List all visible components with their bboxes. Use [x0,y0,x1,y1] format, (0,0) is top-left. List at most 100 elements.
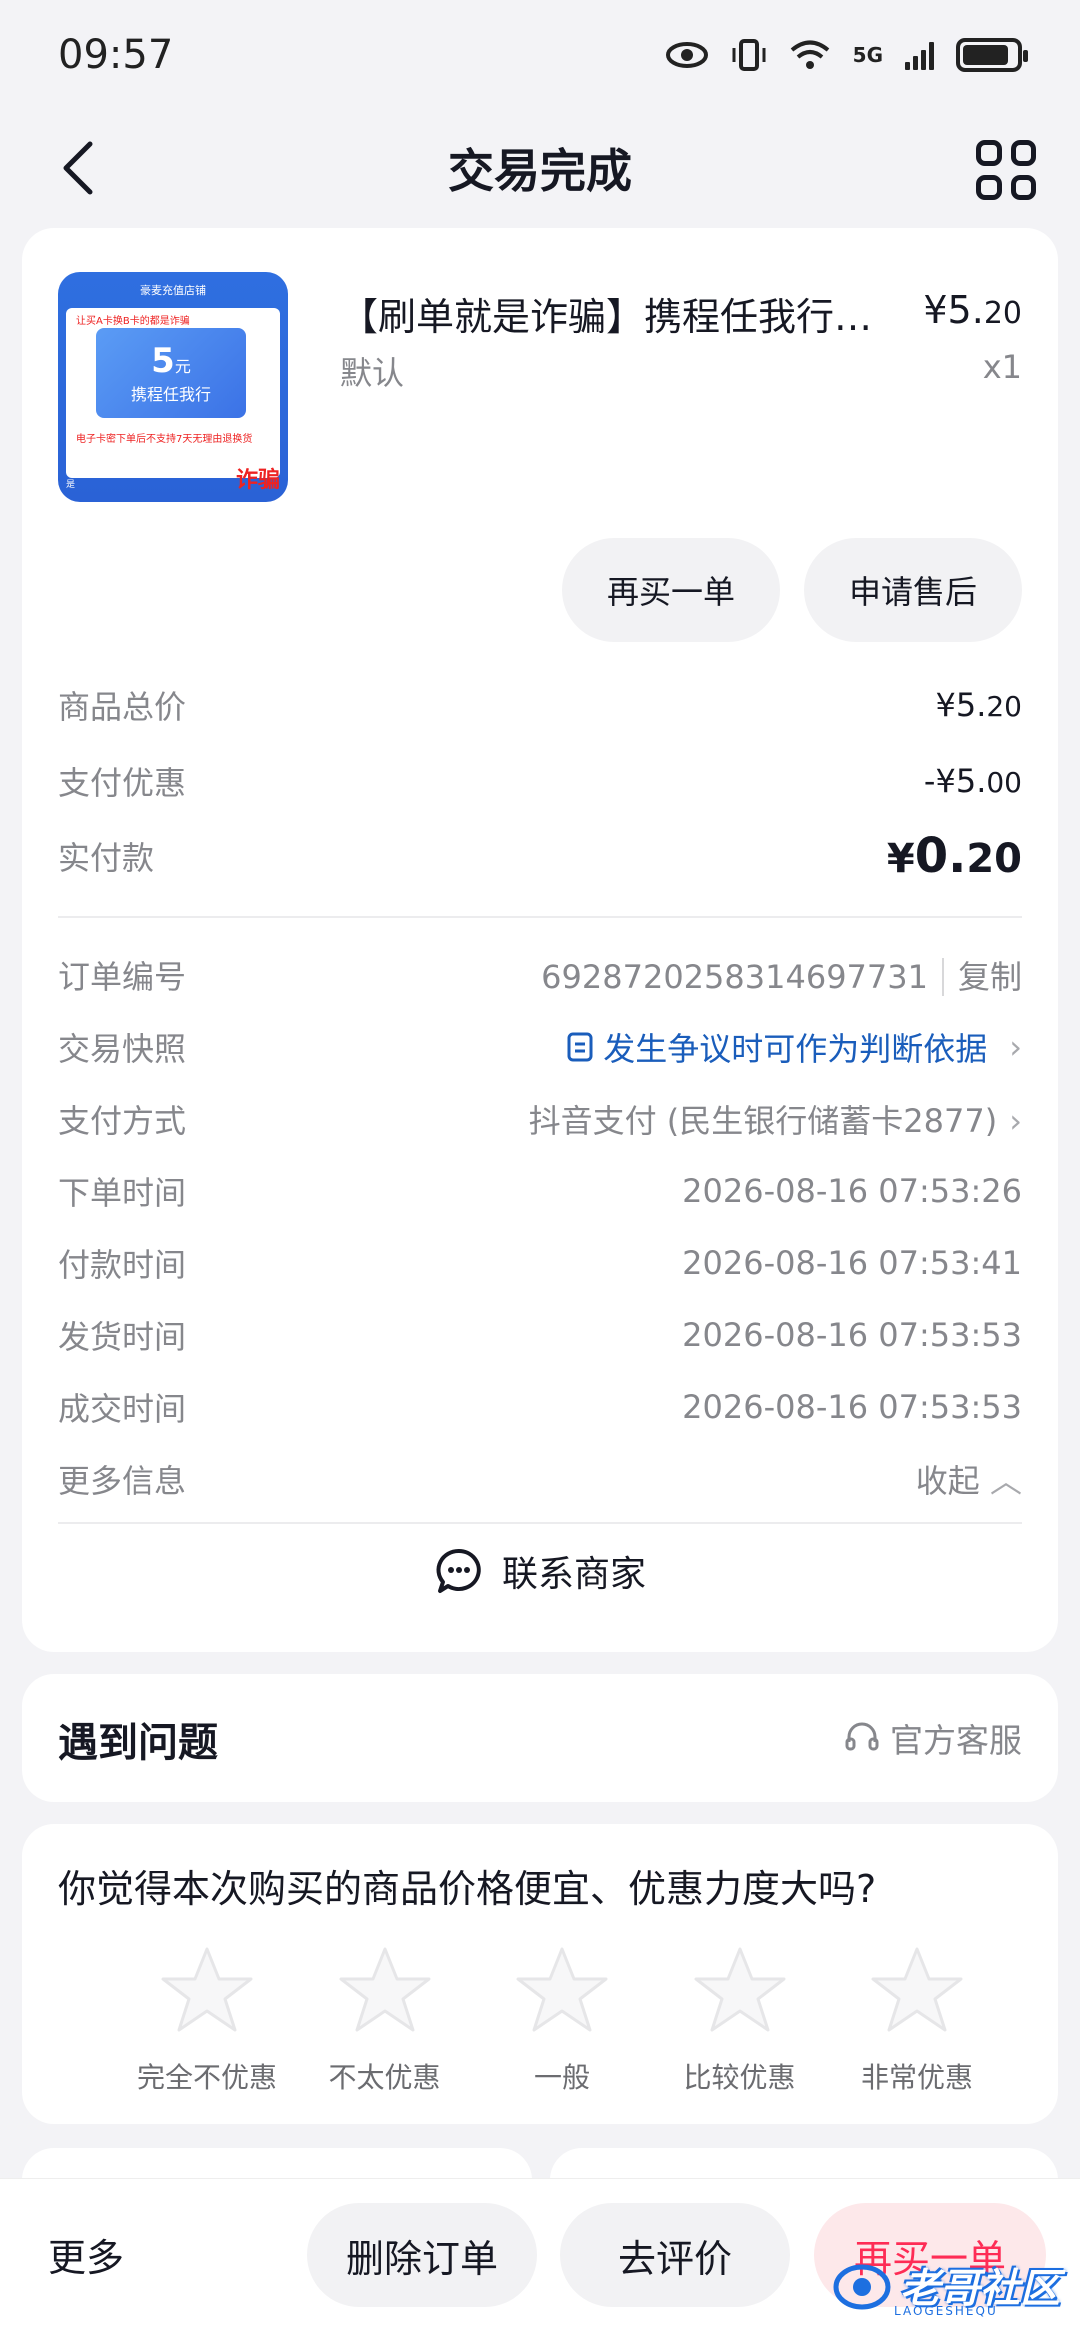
nav-bar: 交易完成 [0,110,1080,225]
order-no-group: 6928720258314697731 复制 [541,952,1022,998]
payment-label: 支付方式 [58,1102,187,1140]
rating-option[interactable]: 一般 [477,1944,647,2096]
discount-value: -¥5.00 [923,762,1022,800]
order-no-row: 订单编号 6928720258314697731 复制 [58,952,1022,998]
total-price-row: 商品总价 ¥5.20 [58,682,1022,728]
payment-value: 抖音支付 (民生银行储蓄卡2877) › [528,1102,1022,1140]
order-no-label: 订单编号 [58,958,187,996]
more-info-row: 更多信息 收起 ︿ [58,1456,1022,1502]
more-menu-button[interactable] [976,140,1036,200]
total-price-value: ¥5.20 [935,686,1022,724]
star-icon [694,1947,785,2032]
copy-button[interactable]: 复制 [941,958,1022,996]
ship-time-value: 2026-08-16 07:53:53 [682,1316,1022,1354]
star-icon [871,1947,963,2032]
thumb-fraud: 诈骗 [235,468,280,493]
discount-label: 支付优惠 [58,764,187,802]
problem-title: 遇到问题 [58,1720,218,1766]
ship-time-row: 发货时间 2026-08-16 07:53:53 [58,1312,1022,1358]
total-price-label: 商品总价 [58,688,187,726]
order-card: 豪麦充值店铺 让买A卡换B卡的都是诈骗 5元 携程任我行 电子卡密下单后不支持7… [22,228,1058,1652]
official-service-button[interactable]: 官方客服 [844,1714,1022,1762]
thumb-warning: 让买A卡换B卡的都是诈骗 [76,316,190,327]
thumb-card: 5元 携程任我行 [96,328,246,418]
rating-option-label: 比较优惠 [683,2061,796,2094]
rating-options: 完全不优惠 不太优惠 一般 比较优惠 非常优惠 [122,1944,1002,2096]
chat-icon [436,1548,481,1593]
pay-time-row: 付款时间 2026-08-16 07:53:41 [58,1240,1022,1286]
vibrate-icon [732,39,766,71]
product-price: ¥5.20 [923,288,1022,332]
snapshot-row[interactable]: 交易快照 发生争议时可作为判断依据 › [58,1024,1022,1070]
thumb-amount: 5 [151,341,175,381]
order-time-value: 2026-08-16 07:53:26 [682,1172,1022,1210]
more-button[interactable]: 更多 [48,2227,124,2282]
document-icon [567,1032,593,1062]
chevron-right-icon: › [1009,1102,1022,1140]
review-button[interactable]: 去评价 [560,2203,790,2307]
more-info-label: 更多信息 [58,1462,187,1500]
deal-time-label: 成交时间 [58,1390,187,1428]
thumb-unit: 元 [174,357,191,376]
pay-time-value: 2026-08-16 07:53:41 [682,1244,1022,1282]
product-item[interactable]: 豪麦充值店铺 让买A卡换B卡的都是诈骗 5元 携程任我行 电子卡密下单后不支持7… [58,272,1022,502]
star-icon [339,1947,430,2032]
chevron-up-icon: ︿ [989,1462,1022,1500]
problem-card: 遇到问题 官方客服 [22,1674,1058,1802]
deal-time-value: 2026-08-16 07:53:53 [682,1388,1022,1426]
product-sku: 默认 [340,354,405,392]
thumb-shop: 豪麦充值店铺 [140,284,206,297]
product-quantity: x1 [982,348,1022,386]
watermark-logo: 老哥社区 LAOGESHEQU [832,2250,1072,2320]
wifi-icon [790,40,829,69]
collapse-button[interactable]: 收起 ︿ [916,1456,1022,1502]
deal-time-row: 成交时间 2026-08-16 07:53:53 [58,1384,1022,1430]
status-icons: 5G [665,38,1028,72]
rating-option[interactable]: 完全不优惠 [122,1944,292,2096]
star-icon [161,1947,253,2032]
contact-merchant-button[interactable]: 联系商家 [22,1526,1058,1616]
headset-icon [845,1722,879,1751]
network-label: 5G [852,43,883,67]
watermark-subtext: LAOGESHEQU [894,2304,998,2318]
watermark-emblem-icon [833,2264,891,2310]
thumb-notice: 电子卡密下单后不支持7天无理由退换货 [76,434,253,445]
rating-option[interactable]: 比较优惠 [655,1944,825,2096]
rating-question: 你觉得本次购买的商品价格便宜、优惠力度大吗? [58,1867,877,1911]
back-button[interactable] [48,138,108,198]
discount-row: 支付优惠 -¥5.00 [58,758,1022,804]
payment-row[interactable]: 支付方式 抖音支付 (民生银行储蓄卡2877) › [58,1096,1022,1142]
rating-option[interactable]: 非常优惠 [832,1944,1002,2096]
eye-icon [665,42,708,68]
order-no-value: 6928720258314697731 [541,958,928,996]
rating-option-label: 非常优惠 [860,2061,973,2094]
rating-option-label: 一般 [533,2061,590,2094]
divider [58,916,1022,918]
rating-option-label: 完全不优惠 [136,2061,277,2094]
rebuy-button[interactable]: 再买一单 [562,538,780,642]
product-title: 【刷单就是诈骗】携程任我行电子卡 [340,295,900,339]
rating-card: 你觉得本次购买的商品价格便宜、优惠力度大吗? 完全不优惠 不太优惠 一般 比较优… [22,1824,1058,2124]
after-sale-button[interactable]: 申请售后 [804,538,1022,642]
ship-time-label: 发货时间 [58,1318,187,1356]
snapshot-link[interactable]: 发生争议时可作为判断依据 › [567,1024,1022,1070]
status-time: 09:57 [58,32,174,78]
pay-time-label: 付款时间 [58,1246,187,1284]
chevron-left-icon [63,141,93,195]
snapshot-label: 交易快照 [58,1030,187,1068]
paid-label: 实付款 [58,839,155,877]
order-time-label: 下单时间 [58,1174,187,1212]
thumb-card-name: 携程任我行 [130,385,211,404]
paid-value: ¥0.20 [886,828,1022,884]
product-thumbnail: 豪麦充值店铺 让买A卡换B卡的都是诈骗 5元 携程任我行 电子卡密下单后不支持7… [58,272,288,502]
rating-option[interactable]: 不太优惠 [300,1944,470,2096]
thumb-lines: 刷单 闲鱼 转转 微博 兼职 回收 套现 交易猫 话费充值 支付宝代付 让买都是 [66,452,210,490]
grid-icon [976,140,1002,166]
delete-order-button[interactable]: 删除订单 [307,2203,537,2307]
star-icon [516,1947,608,2032]
order-time-row: 下单时间 2026-08-16 07:53:26 [58,1168,1022,1214]
signal-icon [905,40,934,70]
status-bar: 09:57 5G [0,0,1080,110]
rating-option-label: 不太优惠 [328,2061,441,2094]
page-title: 交易完成 [448,143,632,198]
